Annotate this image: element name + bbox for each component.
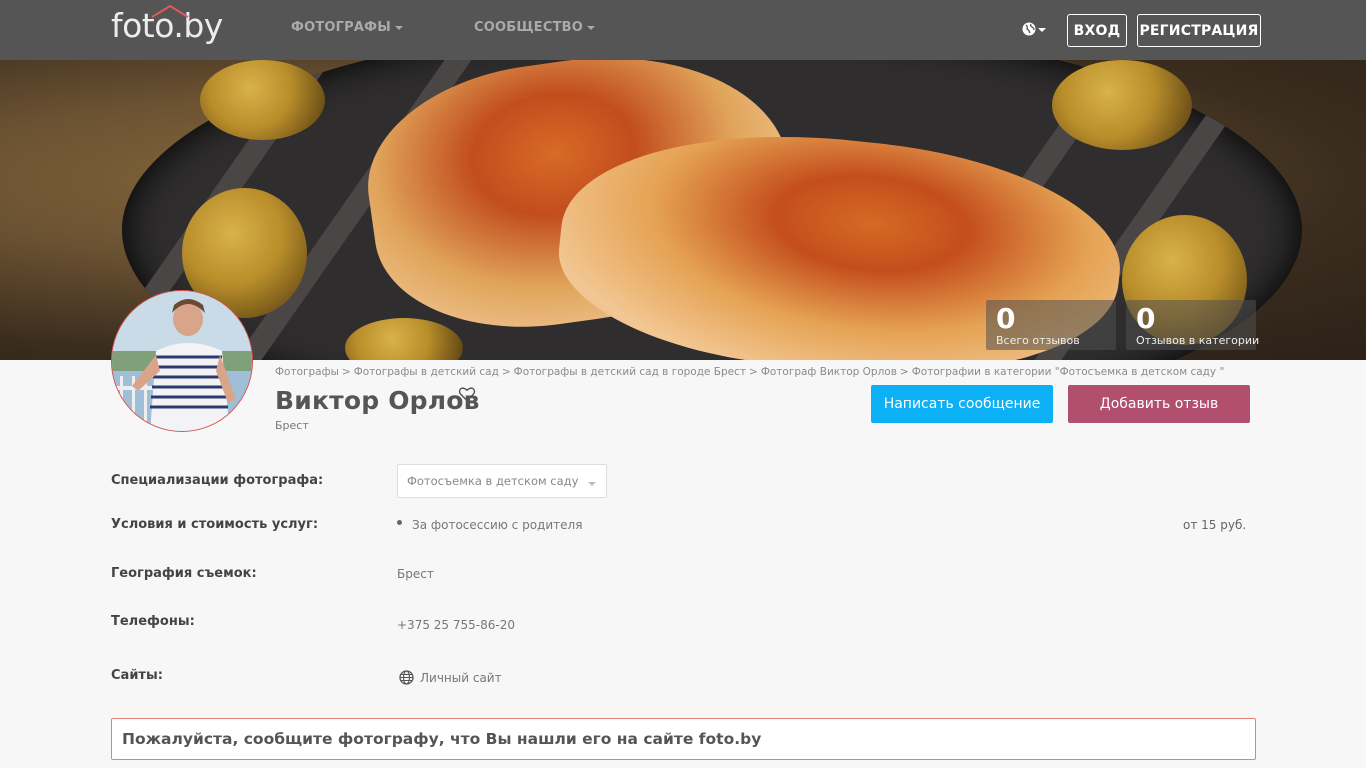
breadcrumb-separator: >	[501, 366, 511, 378]
stat-category-reviews-value: 0	[1136, 302, 1156, 335]
add-review-button[interactable]: Добавить отзыв	[1068, 385, 1250, 423]
logo-roof-icon	[151, 4, 189, 18]
globe-icon	[1022, 22, 1036, 36]
personal-site-link[interactable]: Личный сайт	[399, 670, 502, 685]
nav-community-label: СООБЩЕСТВО	[474, 20, 584, 35]
nav-community[interactable]: СООБЩЕСТВО	[474, 20, 596, 35]
top-navbar: foto.by ФОТОГРАФЫ СООБЩЕСТВО ВХОД РЕГИСТ…	[0, 0, 1366, 60]
cover-potato-graphic	[200, 60, 325, 140]
chevron-down-icon	[587, 25, 596, 30]
globe-icon	[399, 670, 414, 685]
stat-total-reviews-value: 0	[996, 302, 1016, 335]
chevron-down-icon	[588, 482, 596, 486]
send-message-button[interactable]: Написать сообщение	[871, 385, 1053, 423]
notice-banner: Пожалуйста, сообщите фотографу, что Вы н…	[111, 718, 1256, 760]
geography-value: Брест	[397, 567, 434, 581]
chevron-down-icon	[394, 25, 403, 30]
sites-label: Сайты:	[111, 668, 163, 683]
login-button[interactable]: ВХОД	[1067, 14, 1127, 47]
specializations-label: Специализации фотографа:	[111, 473, 324, 488]
breadcrumb-separator: >	[899, 366, 909, 378]
register-button[interactable]: РЕГИСТРАЦИЯ	[1137, 14, 1261, 47]
geography-label: География съемок:	[111, 566, 257, 581]
breadcrumb-item[interactable]: Фотографы в детский сад в городе Брест	[514, 366, 746, 378]
stat-total-reviews-label: Всего отзывов	[996, 334, 1080, 347]
avatar	[111, 290, 253, 432]
heart-icon[interactable]	[458, 386, 476, 402]
specializations-selected-value: Фотосъемка в детском саду	[407, 474, 579, 488]
service-price: от 15 руб.	[1183, 518, 1247, 532]
bullet-icon	[397, 520, 402, 525]
personal-site-link-label: Личный сайт	[420, 670, 502, 685]
breadcrumb: Фотографы > Фотографы в детский сад > Фотогр…	[275, 366, 1224, 378]
services-label: Условия и стоимость услуг:	[111, 517, 319, 532]
chevron-down-icon	[1038, 28, 1046, 32]
phones-label: Телефоны:	[111, 614, 195, 629]
breadcrumb-item-current: Фотографии в категории "Фотосъемка в дет…	[911, 366, 1225, 378]
breadcrumb-item[interactable]: Фотографы	[275, 366, 339, 378]
nav-photographers-label: ФОТОГРАФЫ	[291, 20, 391, 35]
photographer-city: Брест	[275, 419, 309, 432]
breadcrumb-item[interactable]: Фотограф Виктор Орлов	[761, 366, 897, 378]
phone-value[interactable]: +375 25 755-86-20	[397, 618, 515, 632]
breadcrumb-separator: >	[749, 366, 758, 378]
breadcrumb-separator: >	[341, 366, 351, 378]
specializations-select[interactable]: Фотосъемка в детском саду	[397, 464, 607, 498]
breadcrumb-item[interactable]: Фотографы в детский сад	[354, 366, 499, 378]
cover-potato-graphic	[1052, 60, 1192, 150]
stat-total-reviews: 0 Всего отзывов	[986, 300, 1116, 350]
stat-category-reviews-label: Отзывов в категории	[1136, 334, 1260, 347]
photographer-name: Виктор Орлов	[275, 386, 480, 415]
service-item: За фотосессию с родителя	[412, 518, 583, 532]
notice-text: Пожалуйста, сообщите фотографу, что Вы н…	[122, 730, 762, 748]
stat-category-reviews: 0 Отзывов в категории	[1126, 300, 1260, 350]
language-switcher[interactable]	[1021, 20, 1047, 38]
avatar-photo	[112, 291, 252, 431]
nav-photographers[interactable]: ФОТОГРАФЫ	[291, 20, 403, 35]
